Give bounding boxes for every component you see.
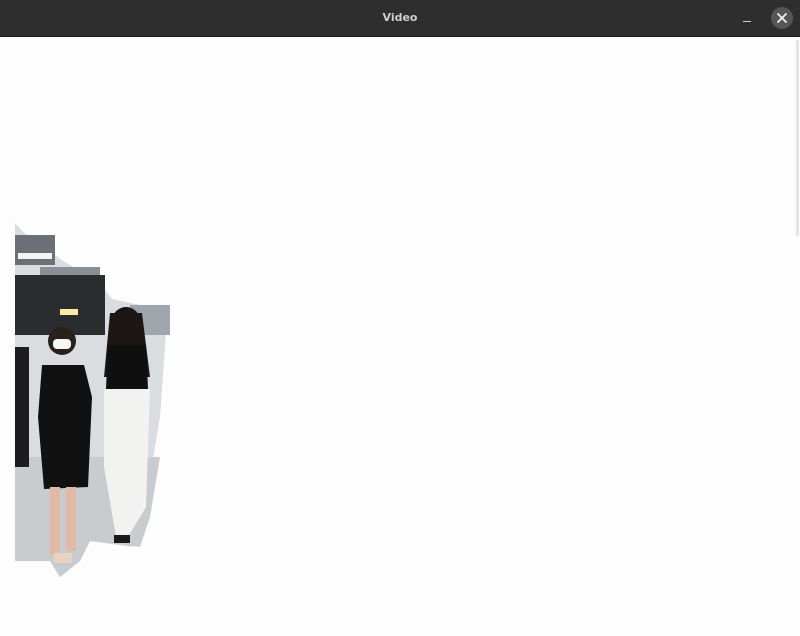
- scrollbar-thumb[interactable]: [796, 40, 799, 236]
- minimize-icon: [743, 21, 751, 22]
- person-left: [15, 347, 29, 467]
- video-frame: [15, 223, 170, 577]
- minimize-button[interactable]: [737, 9, 757, 27]
- woman-shoe: [114, 535, 130, 543]
- window-title: Video: [382, 11, 418, 24]
- girl-leg-left: [50, 487, 60, 555]
- girl-mask: [53, 339, 71, 349]
- close-icon: [777, 13, 787, 23]
- girl-dress: [38, 365, 92, 489]
- video-canvas: [0, 37, 800, 636]
- ceiling-panel: [15, 235, 55, 265]
- woman-top: [106, 345, 148, 389]
- girl-leg-right: [66, 487, 76, 551]
- sign-light: [60, 309, 78, 315]
- title-bar[interactable]: Video: [0, 0, 800, 37]
- video-window: Video: [0, 0, 800, 636]
- girl-shoe: [54, 553, 72, 563]
- close-button[interactable]: [771, 7, 793, 29]
- ceiling-light: [18, 253, 52, 259]
- storefront: [15, 275, 105, 335]
